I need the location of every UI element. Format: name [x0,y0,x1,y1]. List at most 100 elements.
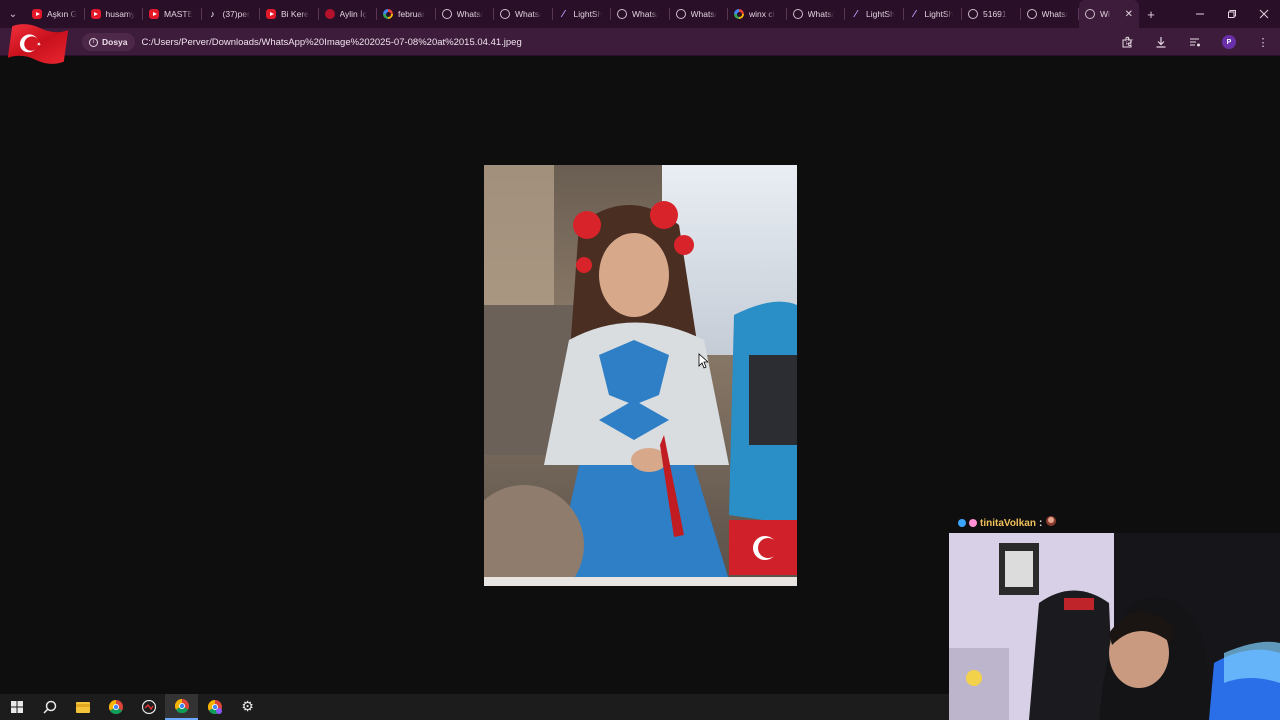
taskbar-chrome-active[interactable] [165,694,198,720]
tab[interactable]: (37)per [202,0,261,28]
tab[interactable]: Whats/ [787,0,846,28]
url-text[interactable]: C:/Users/Perver/Downloads/WhatsApp%20Ima… [142,37,522,48]
streamer-webcam [949,533,1280,720]
screen: ⌄ Aşkın G husamy MASTE (37)per Bi Kere Aylin … [0,0,1280,720]
tab-list: Aşkın G husamy MASTE (37)per Bi Kere Aylin İç… [26,0,1139,28]
playlist-icon [1190,38,1200,47]
app-icon [141,700,156,714]
taskbar-settings[interactable]: ⚙ [231,694,264,720]
tab-title: husamy [105,9,136,19]
tab[interactable]: MASTE [143,0,202,28]
google-icon [383,9,393,19]
lightshot-icon [559,9,569,19]
chrome-active-icon [174,699,189,713]
windows-taskbar: ⚙ [0,694,949,720]
tab-title: Whats/ [632,9,659,19]
youtube-icon [90,9,101,19]
youtube-icon [149,9,159,19]
close-icon [1259,9,1269,19]
tab[interactable]: 51691 [962,0,1021,28]
new-tab-button[interactable]: + [1139,0,1163,28]
tab[interactable]: LightSh [553,0,612,28]
minimize-icon [1196,13,1204,15]
taskbar-search-button[interactable] [33,694,66,720]
search-icon [42,700,56,714]
tab[interactable]: Whats/ [1021,0,1080,28]
tab[interactable]: winx cl [728,0,787,28]
tab[interactable]: Whats/ [436,0,495,28]
close-window-button[interactable] [1248,0,1280,28]
address-bar[interactable]: i Dosya C:/Users/Perver/Downloads/WhatsA… [80,31,1140,53]
taskbar-chrome[interactable] [99,694,132,720]
downloads-button[interactable] [1144,28,1178,56]
window-controls [1184,0,1280,28]
youtube-icon [266,9,276,19]
mouse-cursor [698,353,708,369]
lightshot-icon [851,9,861,19]
globe-icon [1026,9,1037,19]
tab[interactable]: Bi Kere [260,0,319,28]
tab-strip: ⌄ Aşkın G husamy MASTE (37)per Bi Kere Aylin … [0,0,1280,28]
viewed-image[interactable] [484,165,797,586]
site-info-chip[interactable]: i Dosya [82,33,135,51]
taskbar-app[interactable] [132,694,165,720]
tab-title: februar [398,9,425,19]
tab-close-icon[interactable]: ✕ [1125,9,1133,20]
tab-title: Bi Kere [281,9,309,19]
media-controls-button[interactable] [1178,28,1212,56]
tab[interactable]: Whats/ [670,0,729,28]
tab[interactable]: Whats/ [611,0,670,28]
avatar: P [1222,35,1236,49]
restore-button[interactable] [1216,0,1248,28]
tab[interactable]: LightSh [845,0,904,28]
tab-title: Whats/ [807,9,834,19]
emote-icon [1045,514,1057,532]
globe-icon [1085,9,1095,19]
tab-title: Whats/ [515,9,542,19]
youtube-icon [32,9,42,19]
extensions-button[interactable] [1110,28,1144,56]
globe-icon [500,9,510,19]
red-app-icon [324,9,335,19]
plus-icon: + [1147,6,1155,22]
tab-title: MASTE [164,9,194,19]
browser-toolbar: i Dosya C:/Users/Perver/Downloads/WhatsA… [0,28,1280,56]
minimize-button[interactable] [1184,0,1216,28]
globe-icon [617,9,627,19]
chrome-profile-icon [207,700,222,714]
google-icon [734,9,744,19]
tab-title: LightSh [573,9,603,19]
tab-title: Whats/ [456,9,483,19]
scheme-label: Dosya [102,37,128,47]
globe-icon [968,9,978,19]
stream-chat-message: tinitaVolkan : [958,515,1057,531]
settings-icon: ⚙ [241,699,254,715]
menu-button[interactable]: ⋮ [1246,28,1280,56]
profile-button[interactable]: P [1212,28,1246,56]
chevron-down-icon: ⌄ [8,8,18,20]
tab[interactable]: husamy [85,0,144,28]
childhood-photo [484,165,797,586]
tab-title: LightSh [924,9,954,19]
chat-separator: : [1038,517,1043,529]
file-explorer-icon [75,702,90,713]
tab[interactable]: LightSh [904,0,963,28]
globe-icon [675,9,686,19]
tab[interactable]: Aylin İç [319,0,378,28]
kebab-menu-icon: ⋮ [1257,36,1269,49]
turkish-flag-overlay [7,24,69,64]
start-button[interactable] [0,694,33,720]
tab-active[interactable]: Wł ✕ [1079,0,1139,28]
tab-title: Whats/ [690,9,717,19]
tab-title: Wł [1100,9,1110,19]
taskbar-chrome-profile[interactable] [198,694,231,720]
chat-badge-icon [969,519,977,527]
tab[interactable]: Whats/ [494,0,553,28]
chat-username: tinitaVolkan [980,517,1036,529]
globe-icon [792,9,803,19]
tab[interactable]: februar [377,0,436,28]
webcam-feed [949,533,1280,720]
tab-title: Aylin İç [339,9,367,19]
windows-start-icon [10,701,23,713]
taskbar-file-explorer[interactable] [66,694,99,720]
